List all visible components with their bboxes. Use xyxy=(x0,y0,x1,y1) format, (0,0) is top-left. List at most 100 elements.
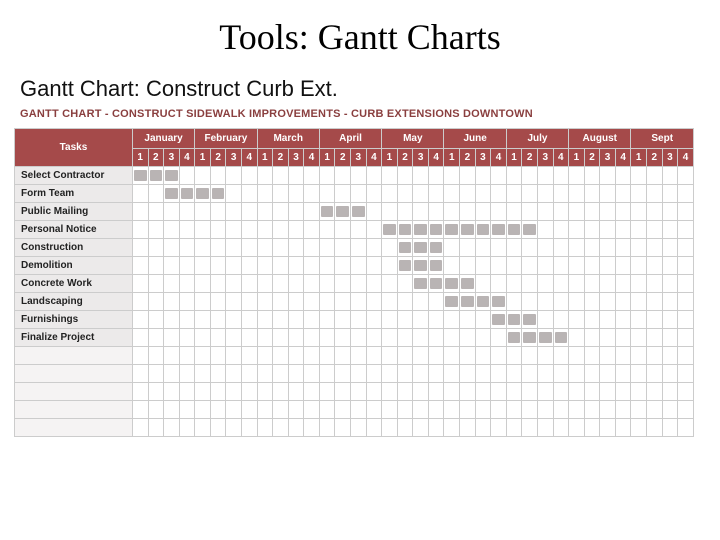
month-header: March xyxy=(257,129,319,149)
week-cell xyxy=(615,347,631,365)
month-header: June xyxy=(444,129,506,149)
week-cell xyxy=(678,239,694,257)
week-cell xyxy=(647,167,663,185)
week-cell xyxy=(241,419,257,437)
month-header: May xyxy=(382,129,444,149)
week-cell xyxy=(569,185,585,203)
week-cell xyxy=(584,293,600,311)
week-cell xyxy=(537,383,553,401)
gantt-bar xyxy=(461,296,474,307)
week-cell xyxy=(351,221,367,239)
week-cell xyxy=(522,203,538,221)
week-cell xyxy=(241,203,257,221)
week-cell xyxy=(678,275,694,293)
week-cell xyxy=(678,203,694,221)
week-cell xyxy=(226,239,242,257)
week-cell xyxy=(615,419,631,437)
week-cell xyxy=(319,221,335,239)
week-cell xyxy=(273,419,289,437)
week-cell xyxy=(460,347,476,365)
week-cell xyxy=(428,221,444,239)
week-cell xyxy=(615,185,631,203)
week-cell xyxy=(506,275,522,293)
gantt-body: Select ContractorForm TeamPublic Mailing… xyxy=(15,167,694,437)
week-cell xyxy=(319,419,335,437)
week-cell xyxy=(413,329,429,347)
week-cell xyxy=(288,347,304,365)
week-cell xyxy=(288,239,304,257)
gantt-bar xyxy=(212,188,225,199)
week-cell xyxy=(195,383,211,401)
table-row: Public Mailing xyxy=(15,203,694,221)
week-cell xyxy=(226,347,242,365)
week-cell xyxy=(553,257,569,275)
week-cell xyxy=(257,293,273,311)
week-cell xyxy=(132,329,148,347)
week-cell xyxy=(226,203,242,221)
week-header: 3 xyxy=(600,149,616,167)
week-cell xyxy=(397,419,413,437)
gantt-bar xyxy=(508,314,521,325)
week-header: 1 xyxy=(569,149,585,167)
week-cell xyxy=(600,347,616,365)
week-header: 2 xyxy=(584,149,600,167)
week-cell xyxy=(366,221,382,239)
week-cell xyxy=(397,347,413,365)
week-header: 2 xyxy=(210,149,226,167)
week-cell xyxy=(241,383,257,401)
week-header: 1 xyxy=(319,149,335,167)
week-cell xyxy=(506,347,522,365)
week-cell xyxy=(164,167,180,185)
week-cell xyxy=(226,401,242,419)
week-cell xyxy=(164,311,180,329)
week-cell xyxy=(164,239,180,257)
week-cell xyxy=(257,221,273,239)
week-cell xyxy=(631,203,647,221)
week-cell xyxy=(179,365,195,383)
week-cell xyxy=(428,293,444,311)
gantt-bar xyxy=(336,206,349,217)
week-cell xyxy=(241,239,257,257)
week-cell xyxy=(366,257,382,275)
week-header: 4 xyxy=(304,149,320,167)
week-cell xyxy=(428,383,444,401)
week-cell xyxy=(148,329,164,347)
week-cell xyxy=(631,401,647,419)
table-row: Furnishings xyxy=(15,311,694,329)
week-cell xyxy=(148,365,164,383)
week-cell xyxy=(522,275,538,293)
week-cell xyxy=(366,185,382,203)
week-cell xyxy=(460,257,476,275)
week-cell xyxy=(195,221,211,239)
gantt-bar xyxy=(555,332,568,343)
week-cell xyxy=(584,203,600,221)
week-cell xyxy=(553,329,569,347)
week-cell xyxy=(179,401,195,419)
week-cell xyxy=(600,365,616,383)
week-cell xyxy=(304,275,320,293)
week-cell xyxy=(397,239,413,257)
week-cell xyxy=(226,311,242,329)
week-cell xyxy=(164,347,180,365)
week-cell xyxy=(241,167,257,185)
week-cell xyxy=(164,383,180,401)
week-cell xyxy=(210,275,226,293)
week-cell xyxy=(288,167,304,185)
week-cell xyxy=(179,275,195,293)
tasks-header: Tasks xyxy=(15,129,133,167)
week-cell xyxy=(335,365,351,383)
week-cell xyxy=(226,221,242,239)
week-cell xyxy=(475,347,491,365)
table-row: Concrete Work xyxy=(15,275,694,293)
table-row: Landscaping xyxy=(15,293,694,311)
task-name-blank xyxy=(15,419,133,437)
week-cell xyxy=(319,275,335,293)
week-cell xyxy=(678,311,694,329)
gantt-bar xyxy=(477,224,490,235)
week-cell xyxy=(662,239,678,257)
month-header: Sept xyxy=(631,129,694,149)
week-cell xyxy=(179,383,195,401)
week-cell xyxy=(148,311,164,329)
week-cell xyxy=(460,203,476,221)
gantt-bar xyxy=(461,224,474,235)
